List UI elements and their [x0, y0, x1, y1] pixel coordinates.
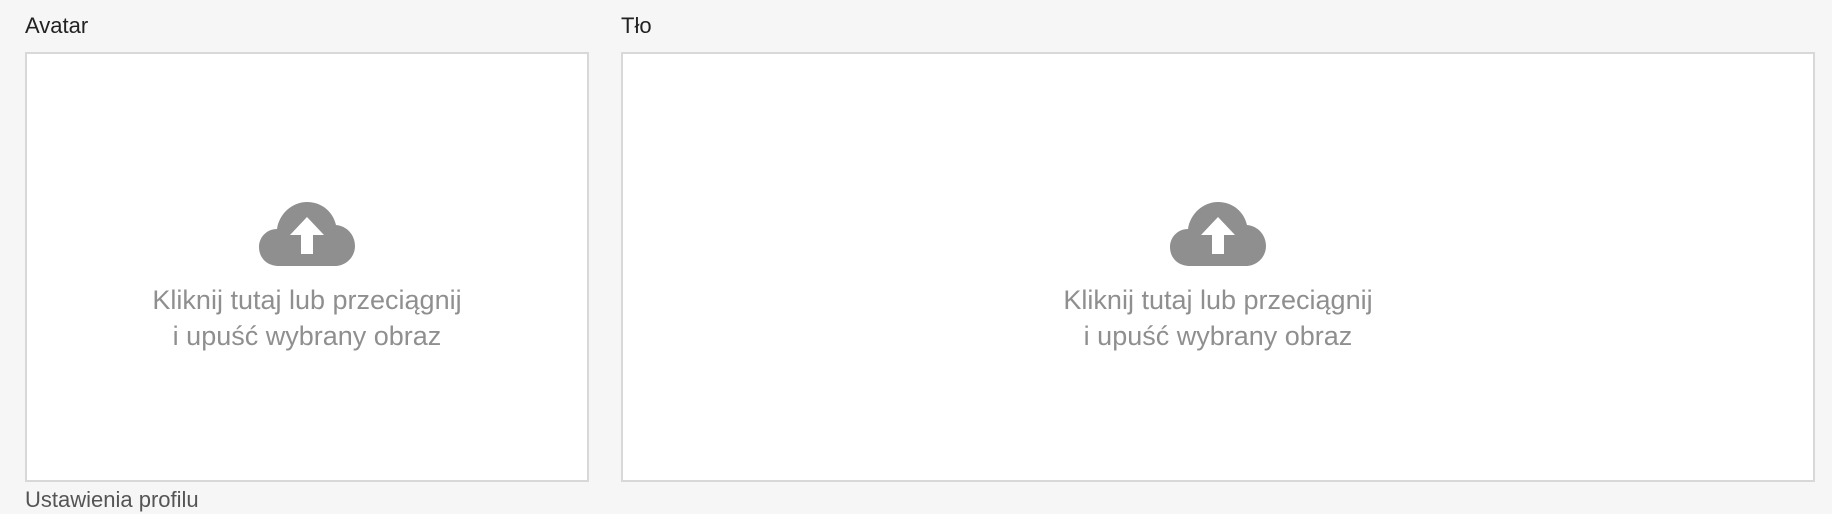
avatar-label: Avatar [25, 13, 89, 38]
avatar-dropzone-text: Kliknij tutaj lub przeciągnij i upuść wy… [27, 282, 587, 354]
avatar-dropzone-line1: Kliknij tutaj lub przeciągnij [152, 285, 462, 315]
background-dropzone[interactable]: Kliknij tutaj lub przeciągnij i upuść wy… [621, 52, 1815, 482]
avatar-dropzone-content: Kliknij tutaj lub przeciągnij i upuść wy… [27, 202, 587, 354]
avatar-dropzone[interactable]: Kliknij tutaj lub przeciągnij i upuść wy… [25, 52, 589, 482]
background-dropzone-line2: i upuść wybrany obraz [1083, 321, 1353, 351]
background-dropzone-content: Kliknij tutaj lub przeciągnij i upuść wy… [623, 202, 1813, 354]
background-dropzone-line1: Kliknij tutaj lub przeciągnij [1063, 285, 1373, 315]
avatar-dropzone-line2: i upuść wybrany obraz [172, 321, 442, 351]
background-label: Tło [621, 13, 652, 38]
cloud-upload-icon [259, 202, 355, 266]
section-hint: Ustawienia profilu [25, 487, 199, 512]
cloud-upload-icon [1170, 202, 1266, 266]
background-dropzone-text: Kliknij tutaj lub przeciągnij i upuść wy… [623, 282, 1813, 354]
